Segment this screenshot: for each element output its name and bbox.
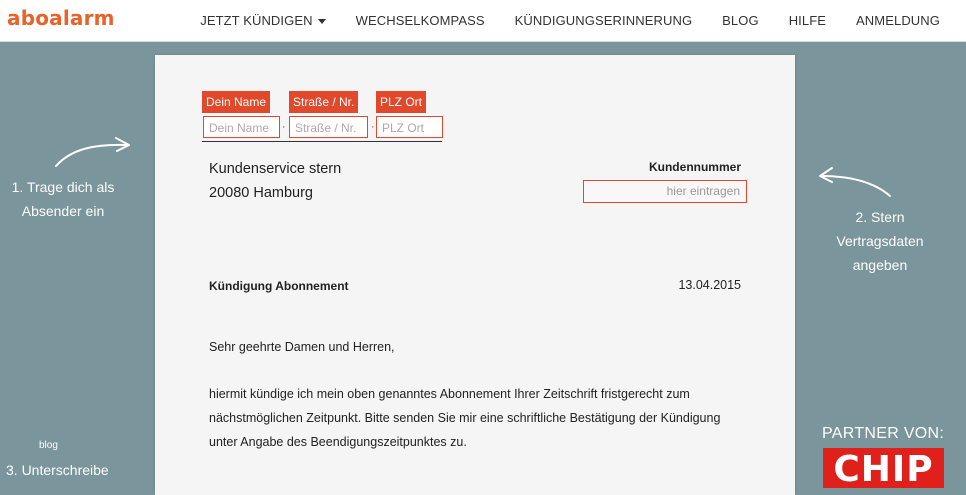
partner-label: PARTNER VON: [822,425,945,442]
step-1-line-2: Absender ein [21,203,105,219]
aboalarm-logo[interactable]: aboalarm [7,6,115,30]
kundennummer-label: Kundennummer [648,160,741,174]
letter-date: 13.04.2015 [678,278,741,292]
letter-body-line: hiermit kündige ich mein oben genanntes … [209,387,690,401]
caret-down-icon [317,19,326,25]
main-nav: JETZT KÜNDIGEN WECHSELKOMPASS KÜNDIGUNGS… [170,0,940,41]
sender-name-tag: Dein Name [202,91,271,113]
separator-dot: · [282,121,286,133]
letter-body-line: nächstmöglichen Zeitpunkt. Bitte senden … [209,411,721,425]
top-navigation-bar: aboalarm JETZT KÜNDIGEN WECHSELKOMPASS K… [0,0,966,42]
kundennummer-input[interactable]: hier eintragen [583,180,747,203]
chip-logo-text: CHIP [833,449,933,488]
letter-body-line: unter Angabe des Beendigungszeitpunktes … [209,435,467,449]
recipient-name: Kundenservice stern [209,161,342,177]
letter-paper: Dein Name Straße / Nr. PLZ Ort Dein Name… [155,55,795,495]
step-2-line-2: Vertragsdaten [836,233,924,249]
recipient-city: 20080 Hamburg [209,185,313,201]
sender-city-tag: PLZ Ort [376,91,427,113]
curved-arrow-left-icon [819,167,891,197]
step-1-line-1: 1. Trage dich als [11,179,115,195]
nav-hilfe[interactable]: HILFE [789,13,826,28]
step-2-line-1: 2. Stern [855,209,905,225]
sender-street-tag: Straße / Nr. [289,91,359,113]
step-2-line-3: angeben [852,257,908,273]
curved-arrow-right-icon [55,137,130,167]
nav-jetzt-kuendigen[interactable]: JETZT KÜNDIGEN [200,13,326,28]
nav-label: JETZT KÜNDIGEN [200,13,313,28]
sender-street-input[interactable]: Straße / Nr. [289,116,368,138]
nav-blog[interactable]: BLOG [722,13,759,28]
letter-greeting: Sehr geehrte Damen und Herren, [209,340,395,354]
blog-link[interactable]: blog [39,440,58,451]
nav-anmeldung[interactable]: ANMELDUNG [856,13,940,28]
step-2-text: 2. Stern Vertragsdaten angeben [815,205,945,277]
sender-name-input[interactable]: Dein Name [203,116,280,138]
nav-wechselkompass[interactable]: WECHSELKOMPASS [356,13,485,28]
step-1-text: 1. Trage dich als Absender ein [0,175,126,223]
sender-underline [202,141,442,142]
separator-dot: · [371,121,375,133]
letter-subject: Kündigung Abonnement [209,279,349,293]
nav-kuendigungserinnerung[interactable]: KÜNDIGUNGSERINNERUNG [515,13,693,28]
sender-city-input[interactable]: PLZ Ort [376,116,443,138]
chip-logo[interactable]: CHIP [823,448,944,488]
step-3-text: 3. Unterschreibe [6,462,109,478]
